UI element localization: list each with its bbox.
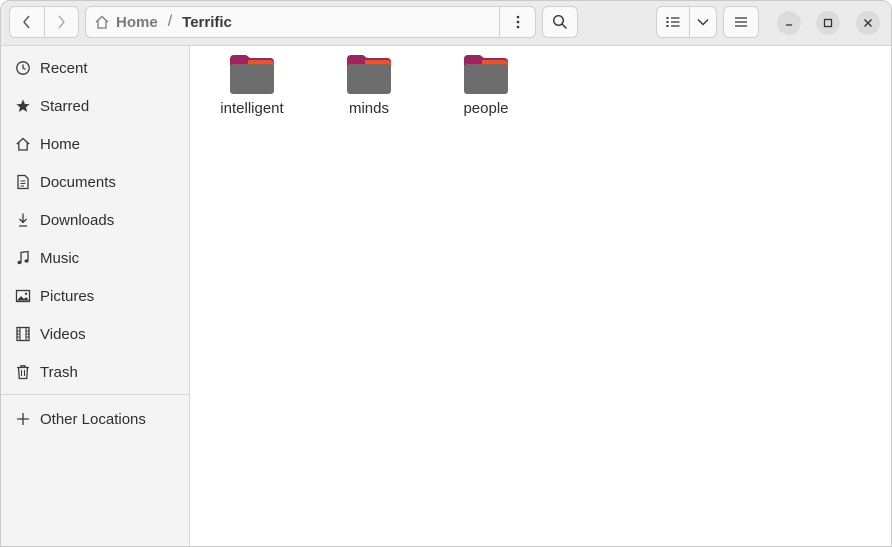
folder-icon xyxy=(464,55,508,94)
path-menu-button[interactable] xyxy=(499,7,535,37)
sidebar-item-label: Downloads xyxy=(40,211,115,229)
folder-icon xyxy=(347,55,391,94)
back-button[interactable] xyxy=(10,7,44,37)
sidebar-item-documents[interactable]: Documents xyxy=(1,163,189,201)
breadcrumb-home-label: Home xyxy=(116,13,158,31)
sidebar-item-pictures[interactable]: Pictures xyxy=(1,277,189,315)
file-manager-window: Home / Terrific Recent Starred Home Docu… xyxy=(0,0,892,547)
breadcrumb-current[interactable]: Terrific xyxy=(182,14,232,31)
main-menu-button[interactable] xyxy=(723,6,759,38)
sidebar-item-trash[interactable]: Trash xyxy=(1,353,189,391)
sidebar-divider xyxy=(1,394,189,395)
home-icon xyxy=(95,15,109,29)
sidebar-item-music[interactable]: Music xyxy=(1,239,189,277)
search-button[interactable] xyxy=(542,6,578,38)
sidebar-item-recent[interactable]: Recent xyxy=(1,49,189,87)
folder-item-intelligent[interactable]: intelligent xyxy=(202,52,302,117)
folder-item-minds[interactable]: minds xyxy=(319,52,419,117)
sidebar-item-label: Trash xyxy=(40,363,78,381)
search-icon xyxy=(552,14,568,30)
path-bar: Home / Terrific xyxy=(85,6,536,38)
sidebar-item-label: Home xyxy=(40,135,81,153)
star-icon xyxy=(15,98,31,114)
sidebar-item-other-locations[interactable]: Other Locations xyxy=(1,400,189,438)
breadcrumb-home[interactable]: Home xyxy=(86,14,158,31)
minimize-icon xyxy=(786,24,792,26)
file-view: intelligent minds people xyxy=(190,46,891,546)
sidebar-item-label: Recent xyxy=(40,59,88,77)
chevron-right-icon xyxy=(58,15,66,29)
header-bar: Home / Terrific xyxy=(1,1,891,46)
chevron-left-icon xyxy=(22,15,30,29)
forward-button[interactable] xyxy=(43,7,79,37)
maximize-icon xyxy=(823,18,833,28)
picture-icon xyxy=(15,288,31,304)
sidebar-item-starred[interactable]: Starred xyxy=(1,87,189,125)
trash-icon xyxy=(15,364,31,380)
breadcrumb-separator: / xyxy=(167,13,173,30)
sidebar-item-label: Music xyxy=(40,249,80,267)
folder-icon xyxy=(230,55,274,94)
view-buttons xyxy=(656,6,717,38)
folder-name: intelligent xyxy=(220,100,284,117)
sidebar-item-label: Videos xyxy=(40,325,86,343)
minimize-button[interactable] xyxy=(777,11,801,35)
close-button[interactable] xyxy=(856,11,880,35)
sidebar-item-downloads[interactable]: Downloads xyxy=(1,201,189,239)
view-options-button[interactable] xyxy=(689,7,716,37)
maximize-button[interactable] xyxy=(816,11,840,35)
sidebar-item-home[interactable]: Home xyxy=(1,125,189,163)
document-icon xyxy=(15,174,31,190)
hamburger-icon xyxy=(735,17,747,27)
clock-icon xyxy=(15,60,31,76)
list-view-button[interactable] xyxy=(657,7,689,37)
navigation-buttons xyxy=(9,6,79,38)
folder-name: people xyxy=(463,100,509,117)
film-icon xyxy=(15,326,31,342)
music-note-icon xyxy=(15,250,31,266)
sidebar-item-label: Starred xyxy=(40,97,90,115)
sidebar-item-videos[interactable]: Videos xyxy=(1,315,189,353)
plus-icon xyxy=(15,411,31,427)
sidebar: Recent Starred Home Documents Downloads … xyxy=(1,46,190,546)
folder-name: minds xyxy=(348,100,389,117)
sidebar-item-label: Documents xyxy=(40,173,116,191)
list-view-icon xyxy=(666,17,680,27)
sidebar-item-label: Pictures xyxy=(40,287,95,305)
sidebar-item-label: Other Locations xyxy=(40,410,146,428)
close-icon xyxy=(864,19,872,27)
download-icon xyxy=(15,212,31,228)
chevron-down-icon xyxy=(697,19,709,26)
vertical-dots-icon xyxy=(516,15,519,29)
home-icon xyxy=(15,136,31,152)
folder-item-people[interactable]: people xyxy=(436,52,536,117)
